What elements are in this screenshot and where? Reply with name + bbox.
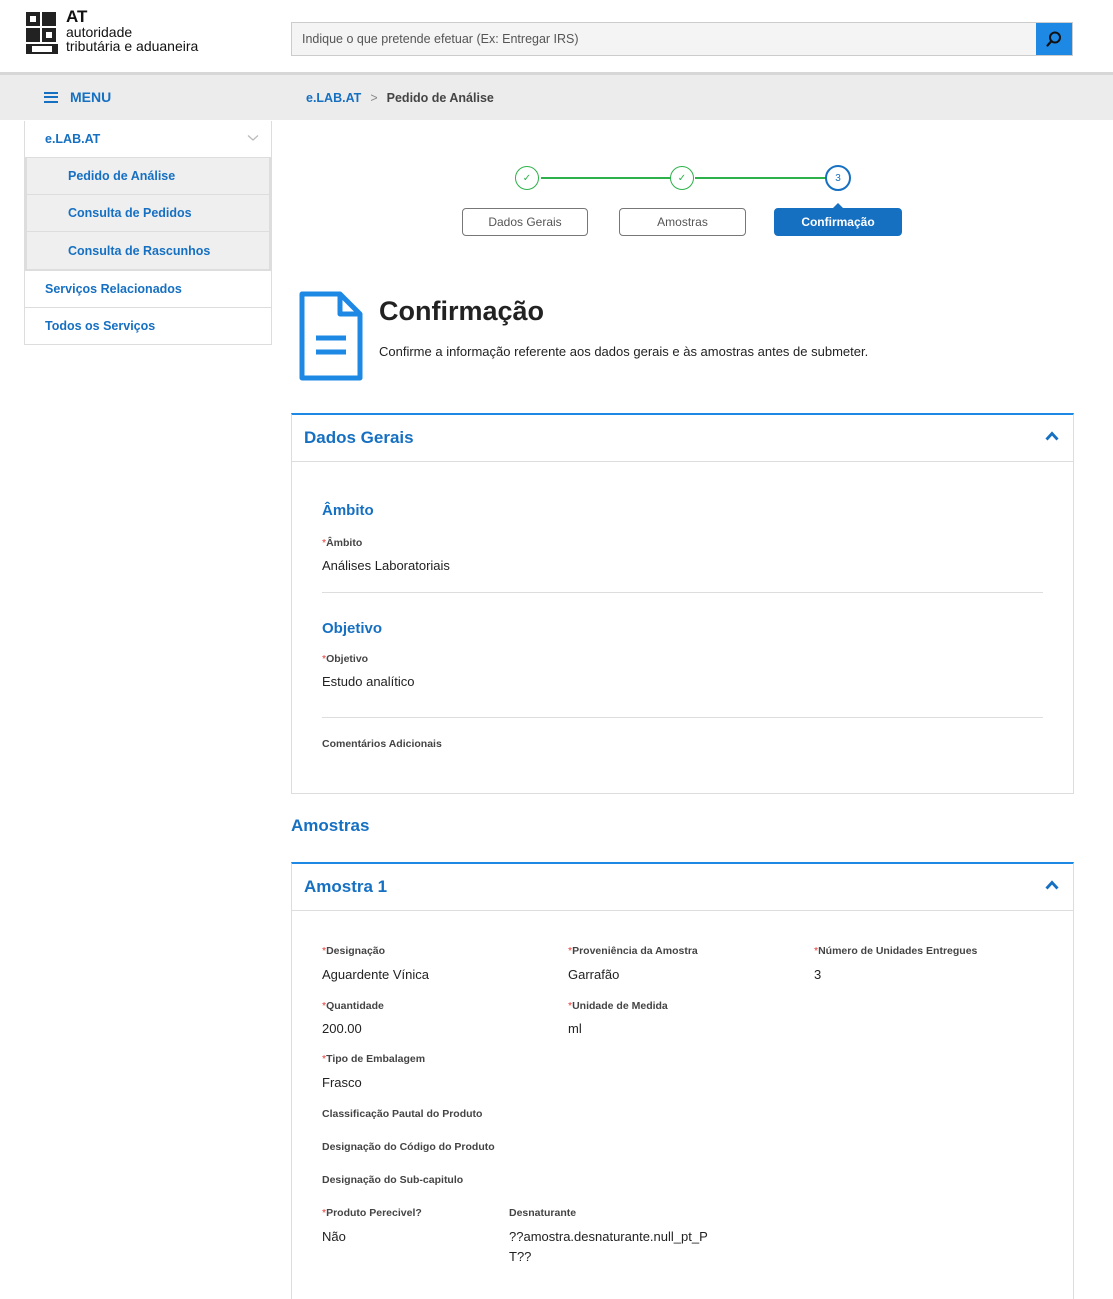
step-3-number: 3 <box>825 165 851 191</box>
codigo-produto-label: Designação do Código do Produto <box>322 1141 495 1153</box>
hamburger-icon <box>44 91 58 103</box>
dados-gerais-header[interactable]: Dados Gerais <box>292 415 1073 462</box>
embalagem-label: *Tipo de Embalagem <box>322 1053 426 1065</box>
desnaturante-value-line-1: ??amostra.desnaturante.null_pt_P <box>509 1229 708 1244</box>
portugal-coat-of-arms-icon <box>26 12 58 54</box>
ambito-label: *Âmbito <box>322 537 363 549</box>
unidade-medida-label: *Unidade de Medida <box>568 1000 668 1012</box>
breadcrumb-current: Pedido de Análise <box>386 91 494 105</box>
at-logo[interactable]: AT autoridade tributária e aduaneira <box>24 8 234 60</box>
perecivel-value: Não <box>322 1229 346 1244</box>
sidebar-item-servicos-relacionados[interactable]: Serviços Relacionados <box>25 271 271 308</box>
brand-line-2: tributária e aduaneira <box>66 38 199 54</box>
chevron-up-icon <box>1045 431 1059 441</box>
sidebar: e.LAB.AT Pedido de Análise Consulta de P… <box>24 121 272 345</box>
amostra-1-panel: Amostra 1 *Designação Aguardente Vínica … <box>291 862 1074 1299</box>
proveniencia-label: *Proveniência da Amostra <box>568 945 698 957</box>
quantidade-value: 200.00 <box>322 1021 362 1036</box>
search-box <box>291 22 1073 56</box>
amostras-section-title: Amostras <box>291 816 370 835</box>
sidebar-item-todos-servicos[interactable]: Todos os Serviços <box>25 308 271 345</box>
sub-capitulo-label: Designação do Sub-capitulo <box>322 1174 464 1186</box>
breadcrumb-separator: > <box>370 91 378 105</box>
sidebar-group-elab[interactable]: e.LAB.AT <box>25 121 271 158</box>
comentarios-label: Comentários Adicionais <box>322 738 442 750</box>
amostra-1-title: Amostra 1 <box>304 877 388 896</box>
unidade-medida-value: ml <box>568 1021 582 1036</box>
desnaturante-value-line-2: T?? <box>509 1249 532 1264</box>
step-dados-gerais-button[interactable]: Dados Gerais <box>462 208 588 236</box>
page-title: Confirmação <box>379 296 545 326</box>
quantidade-label: *Quantidade <box>322 1000 384 1012</box>
perecivel-label: *Produto Perecivel? <box>322 1207 422 1219</box>
step-connector <box>695 177 835 179</box>
step-confirmacao-button[interactable]: Confirmação <box>774 203 902 236</box>
menu-button[interactable]: MENU <box>44 89 111 105</box>
dados-gerais-title: Dados Gerais <box>304 428 414 447</box>
unidades-value: 3 <box>814 967 822 982</box>
sidebar-item-consulta-pedidos[interactable]: Consulta de Pedidos <box>27 195 269 232</box>
proveniencia-value: Garrafão <box>568 967 620 982</box>
top-bar: MENU e.LAB.AT > Pedido de Análise <box>0 72 1113 120</box>
document-icon <box>299 291 363 381</box>
embalagem-value: Frasco <box>322 1075 362 1090</box>
search-button[interactable] <box>1036 23 1072 55</box>
chevron-up-icon <box>1045 880 1059 890</box>
objetivo-section-title: Objetivo <box>322 620 383 637</box>
classificacao-pautal-label: Classificação Pautal do Produto <box>322 1108 483 1120</box>
designacao-label: *Designação <box>322 945 386 957</box>
chevron-down-icon <box>247 135 259 141</box>
sidebar-item-consulta-rascunhos[interactable]: Consulta de Rascunhos <box>27 232 269 269</box>
objetivo-label: *Objetivo <box>322 653 369 665</box>
breadcrumb: e.LAB.AT > Pedido de Análise <box>306 91 494 105</box>
divider <box>322 592 1043 593</box>
sidebar-item-pedido-analise[interactable]: Pedido de Análise <box>27 158 269 195</box>
desnaturante-label: Desnaturante <box>509 1207 577 1219</box>
objetivo-value: Estudo analítico <box>322 674 415 689</box>
amostra-1-header[interactable]: Amostra 1 <box>292 864 1073 911</box>
breadcrumb-root-link[interactable]: e.LAB.AT <box>306 91 361 105</box>
menu-label: MENU <box>70 89 112 105</box>
unidades-label: *Número de Unidades Entregues <box>814 945 978 957</box>
sidebar-group-label: e.LAB.AT <box>45 132 101 146</box>
page-description: Confirme a informação referente aos dado… <box>379 344 869 359</box>
brand-short: AT <box>66 7 88 26</box>
step-connector <box>541 177 681 179</box>
dados-gerais-panel: Dados Gerais Âmbito *Âmbito Análises Lab… <box>291 413 1074 794</box>
brand-line-1: autoridade <box>66 24 133 40</box>
step-amostras-button[interactable]: Amostras <box>619 208 746 236</box>
progress-stepper: ✓ ✓ 3 Dados Gerais Amostras Confirmação <box>460 164 910 240</box>
search-input[interactable] <box>292 23 1032 55</box>
divider <box>322 717 1043 718</box>
sidebar-submenu: Pedido de Análise Consulta de Pedidos Co… <box>25 158 271 271</box>
step-2-check-icon: ✓ <box>670 166 694 190</box>
ambito-section-title: Âmbito <box>322 502 374 519</box>
step-1-check-icon: ✓ <box>515 166 539 190</box>
designacao-value: Aguardente Vínica <box>322 967 429 982</box>
search-icon <box>1046 31 1061 47</box>
ambito-value: Análises Laboratoriais <box>322 558 450 573</box>
